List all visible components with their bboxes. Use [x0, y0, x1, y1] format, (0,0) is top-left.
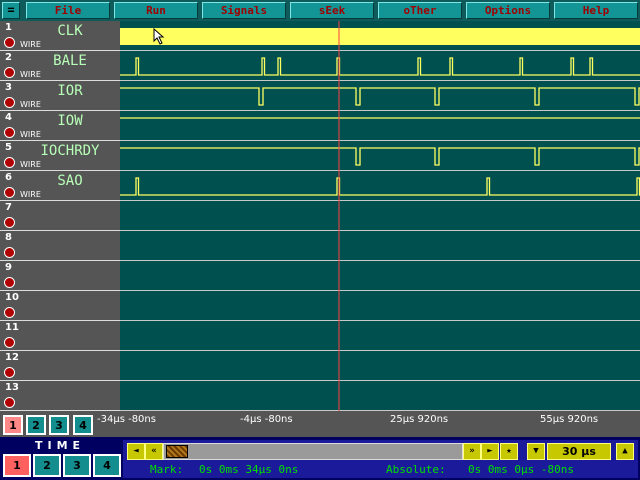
signal-name: BALE: [53, 53, 87, 69]
sao-waveform: [120, 177, 640, 196]
row-number: 4: [5, 112, 12, 123]
signal-type: WIRE: [20, 70, 41, 79]
signal-row-label[interactable]: 7: [0, 201, 120, 231]
record-dot-icon[interactable]: [4, 367, 15, 378]
record-dot-icon[interactable]: [4, 127, 15, 138]
signal-row-label[interactable]: 5 IOCHRDY WIRE: [0, 141, 120, 171]
record-dot-icon[interactable]: [4, 277, 15, 288]
record-dot-icon[interactable]: [4, 67, 15, 78]
signal-row-label[interactable]: 6 SAO WIRE: [0, 171, 120, 201]
menu-signals[interactable]: Signals: [202, 2, 286, 19]
time-scale-bar: 1 2 3 4 -34µs -80ns -4µs -80ns 25µs 920n…: [0, 411, 640, 437]
signal-name: IOR: [57, 83, 83, 99]
row-number: 13: [5, 382, 19, 393]
menu-help[interactable]: Help: [554, 2, 638, 19]
time-button-1[interactable]: 1: [3, 454, 31, 477]
signal-row-label[interactable]: 12: [0, 351, 120, 381]
mark-value: 0s 0ms 34µs 0ns: [199, 463, 299, 476]
signal-row-label[interactable]: 8: [0, 231, 120, 261]
row-number: 7: [5, 202, 12, 213]
iochrdy-waveform: [120, 147, 640, 166]
menu-file[interactable]: File: [26, 2, 110, 19]
ior-waveform: [120, 87, 640, 106]
row-number: 9: [5, 262, 12, 273]
mark-label: Mark:: [150, 463, 184, 476]
waveform-canvas[interactable]: [120, 21, 640, 411]
row-number: 6: [5, 172, 12, 183]
signal-row-label[interactable]: 9: [0, 261, 120, 291]
row-number: 2: [5, 52, 12, 63]
time-scale-ticks: -34µs -80ns -4µs -80ns 25µs 920ns 55µs 9…: [97, 411, 640, 431]
record-dot-icon[interactable]: [4, 307, 15, 318]
signal-row-label[interactable]: 11: [0, 321, 120, 351]
signal-row-label[interactable]: 10: [0, 291, 120, 321]
signal-name: SAO: [57, 173, 83, 189]
menu-seek[interactable]: sEek: [290, 2, 374, 19]
page-left-icon[interactable]: «: [145, 443, 163, 460]
signal-type: WIRE: [20, 40, 41, 49]
mouse-pointer-icon: [153, 28, 165, 45]
signal-name: IOW: [57, 113, 83, 129]
tick-label: 25µs 920ns: [390, 414, 449, 425]
signal-type: WIRE: [20, 100, 41, 109]
row-number: 10: [5, 292, 19, 303]
record-dot-icon[interactable]: [4, 157, 15, 168]
tick-label: -34µs -80ns: [97, 414, 156, 425]
menu-run[interactable]: Run: [114, 2, 198, 19]
row-number: 8: [5, 232, 12, 243]
signal-row-label[interactable]: 4 IOW WIRE: [0, 111, 120, 141]
menu-other[interactable]: oTher: [378, 2, 462, 19]
bale-waveform: [120, 57, 640, 76]
navigation-panel: ◄ « » ► ★ ▼ 30 µs ▲ Mark: 0s 0ms 34µs 0n…: [123, 440, 638, 478]
signal-row-label[interactable]: 1 CLK WIRE: [0, 21, 120, 51]
row-number: 12: [5, 352, 19, 363]
absolute-value: 0s 0ms 0µs -80ns: [468, 463, 574, 476]
menu-options[interactable]: Options: [466, 2, 550, 19]
row-number: 1: [5, 22, 12, 33]
signal-name: IOCHRDY: [40, 143, 100, 159]
record-dot-icon[interactable]: [4, 187, 15, 198]
signal-row-label[interactable]: 13: [0, 381, 120, 411]
signal-row-label[interactable]: 2 BALE WIRE: [0, 51, 120, 81]
time-button-3[interactable]: 3: [63, 454, 91, 477]
menu-bar: = File Run Signals sEek oTher Options He…: [0, 0, 640, 21]
record-dot-icon[interactable]: [4, 397, 15, 408]
star-icon[interactable]: ★: [500, 443, 518, 460]
tick-label: 55µs 920ns: [540, 414, 599, 425]
clk-waveform: [120, 28, 640, 45]
page-button-4[interactable]: 4: [73, 415, 93, 435]
scroll-right-icon[interactable]: ►: [481, 443, 499, 460]
tick-label: -4µs -80ns: [240, 414, 293, 425]
zoom-down-icon[interactable]: ▼: [527, 443, 545, 460]
time-scrollbar[interactable]: [163, 443, 463, 460]
record-dot-icon[interactable]: [4, 97, 15, 108]
row-number: 11: [5, 322, 19, 333]
signal-name: CLK: [57, 23, 83, 39]
page-button-1[interactable]: 1: [3, 415, 23, 435]
time-button-2[interactable]: 2: [33, 454, 61, 477]
record-dot-icon[interactable]: [4, 337, 15, 348]
row-number: 5: [5, 142, 12, 153]
page-button-3[interactable]: 3: [49, 415, 69, 435]
zoom-up-icon[interactable]: ▲: [616, 443, 634, 460]
record-dot-icon[interactable]: [4, 247, 15, 258]
row-number: 3: [5, 82, 12, 93]
system-menu-button[interactable]: =: [2, 2, 20, 19]
page-button-2[interactable]: 2: [26, 415, 46, 435]
record-dot-icon[interactable]: [4, 37, 15, 48]
waveform-area[interactable]: [120, 21, 640, 411]
scroll-left-icon[interactable]: ◄: [127, 443, 145, 460]
signal-row-label[interactable]: 3 IOR WIRE: [0, 81, 120, 111]
time-title: TIME: [34, 439, 86, 452]
signal-label-column: 1 CLK WIRE 2 BALE WIRE 3 IOR WIRE 4 IOW WIRE 5 IOCHRD…: [0, 21, 120, 411]
page-right-icon[interactable]: »: [463, 443, 481, 460]
zoom-value: 30 µs: [547, 443, 611, 460]
record-dot-icon[interactable]: [4, 217, 15, 228]
scrollbar-thumb[interactable]: [166, 445, 188, 458]
signal-type: WIRE: [20, 130, 41, 139]
signal-type: WIRE: [20, 190, 41, 199]
absolute-label: Absolute:: [386, 463, 446, 476]
signal-type: WIRE: [20, 160, 41, 169]
time-button-4[interactable]: 4: [93, 454, 121, 477]
